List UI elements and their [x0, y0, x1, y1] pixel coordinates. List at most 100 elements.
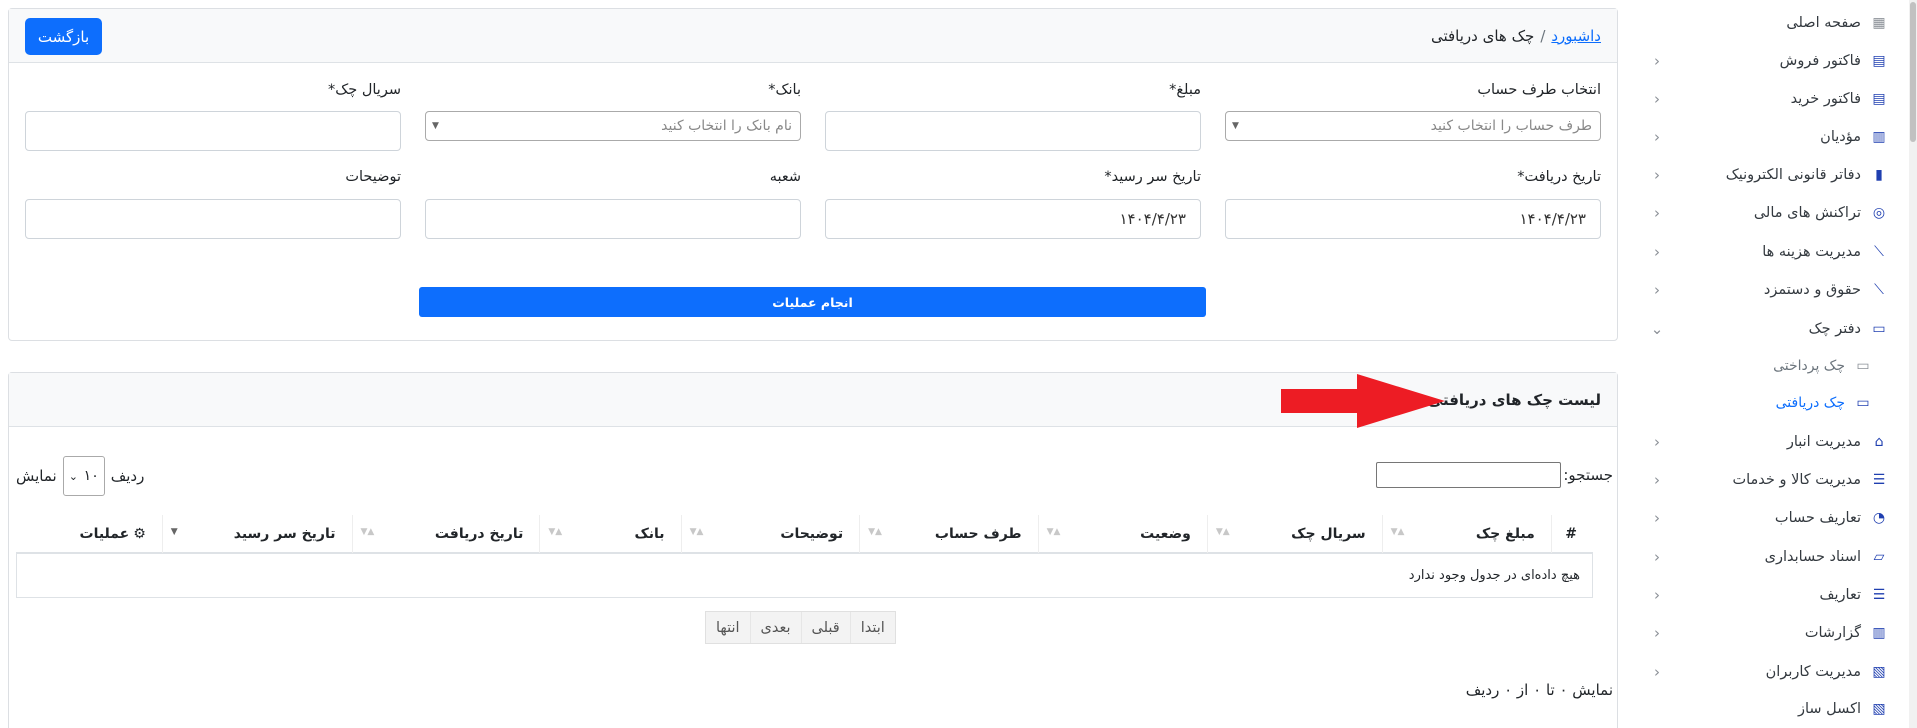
sidebar-item-1[interactable]: ▤ فاکتور فروش ‹ [1641, 46, 1889, 76]
table-header: # مبلغ چک ▲▼ سریال چک ▲▼ وضعیت ▲▼ طرف حساب ▲… [16, 515, 1593, 553]
scrollbar-thumb[interactable] [1910, 2, 1916, 142]
sort-icon: ▲▼ [1046, 527, 1061, 537]
pager-first[interactable]: ابتدا [849, 612, 895, 643]
chevron-left-icon[interactable]: ‹ [1649, 282, 1665, 298]
sidebar-item-14[interactable]: ▱ اسناد حسابداری ‹ [1641, 542, 1889, 572]
chevron-left-icon[interactable]: ‹ [1649, 587, 1665, 603]
chevron-left-icon[interactable]: ‹ [1649, 625, 1665, 641]
line-chart-icon: ⟋ [1874, 244, 1884, 260]
bank-select[interactable]: نام بانک را انتخاب کنید ▼ [425, 111, 801, 141]
table-info: نمایش ۰ تا ۰ از ۰ ردیف [1465, 681, 1613, 699]
amount-input[interactable] [825, 111, 1201, 151]
chevron-left-icon[interactable]: ‹ [1649, 434, 1665, 450]
sidebar-item-5[interactable]: ◎ تراکنش های مالی ‹ [1641, 198, 1889, 228]
sidebar-item-label: صفحه اصلی [1786, 15, 1861, 31]
sidebar-item-3[interactable]: ▥ مؤدیان ‹ [1641, 122, 1889, 152]
col-header-due-date[interactable]: تاریخ سر رسید ▼ [161, 515, 352, 553]
due-date-input[interactable]: ۱۴۰۴/۴/۲۳ [825, 199, 1201, 239]
receive-date-input[interactable]: ۱۴۰۴/۴/۲۳ [1225, 199, 1601, 239]
submit-button[interactable]: انجام عملیات [419, 287, 1206, 317]
sidebar-item-11[interactable]: ⌂ مدیریت انبار ‹ [1641, 427, 1889, 457]
breadcrumb-current: چک های دریافتی [1430, 27, 1535, 45]
notes-input[interactable] [25, 199, 401, 239]
chevron-left-icon[interactable]: ‹ [1649, 167, 1665, 183]
sidebar-item-label: مدیریت هزینه ها [1762, 244, 1861, 260]
col-header-serial[interactable]: سریال چک ▲▼ [1206, 515, 1382, 553]
account-select[interactable]: طرف حساب را انتخاب کنید ▼ [1225, 111, 1601, 141]
col-header-account[interactable]: طرف حساب ▲▼ [859, 515, 1038, 553]
chart-icon: ▥ [1872, 129, 1886, 145]
account-select-placeholder: طرف حساب را انتخاب کنید [1430, 118, 1592, 134]
sort-icon: ▲▼ [1390, 527, 1405, 537]
serial-input[interactable] [25, 111, 401, 151]
sidebar-item-2[interactable]: ▤ فاکتور خرید ‹ [1641, 84, 1889, 114]
excel-icon: ▧ [1872, 701, 1886, 717]
sidebar-item-16[interactable]: ▥ گزارشات ‹ [1641, 618, 1889, 648]
chevron-left-icon[interactable]: ‹ [1649, 244, 1665, 260]
chevron-left-icon[interactable]: ‹ [1649, 510, 1665, 526]
chevron-left-icon[interactable]: ‹ [1649, 205, 1665, 221]
col-header-status[interactable]: وضعیت ▲▼ [1037, 515, 1207, 553]
sidebar-item-8[interactable]: ▭ دفتر چک ⌄ [1641, 314, 1889, 344]
sidebar-item-18[interactable]: ▧ اکسل ساز [1641, 694, 1889, 724]
chevron-left-icon[interactable]: ‹ [1649, 664, 1665, 680]
form-card-header: داشبورد / چک های دریافتی بازگشت [9, 9, 1617, 63]
sidebar-item-label: مدیریت انبار [1786, 434, 1861, 450]
sidebar-item-label: گزارشات [1804, 625, 1861, 641]
list-icon: ☰ [1872, 587, 1886, 603]
back-button[interactable]: بازگشت [25, 18, 102, 55]
sidebar-item-label: فاکتور فروش [1779, 53, 1861, 69]
col-header-notes[interactable]: توضیحات ▲▼ [680, 515, 860, 553]
sidebar-item-label: مؤدیان [1820, 129, 1861, 145]
notes-label: توضیحات [345, 169, 401, 185]
pager-previous[interactable]: قبلی [800, 612, 850, 643]
page-length-select[interactable]: ⌄ ۱۰ [62, 456, 105, 496]
chevron-left-icon[interactable]: ‹ [1649, 53, 1665, 69]
sidebar-item-4[interactable]: ▮ دفاتر قانونی الکترونیک ‹ [1641, 160, 1889, 190]
sidebar-scrollbar[interactable] [1909, 0, 1917, 728]
chevron-left-icon[interactable]: ‹ [1649, 129, 1665, 145]
col-header-amount[interactable]: مبلغ چک ▲▼ [1381, 515, 1551, 553]
chevron-left-icon[interactable]: ‹ [1649, 472, 1665, 488]
sidebar-item-13[interactable]: ◔ تعاریف حساب ‹ [1641, 503, 1889, 533]
col-header-label: طرف حساب [934, 526, 1022, 542]
search-input[interactable] [1376, 462, 1562, 488]
sidebar-item-15[interactable]: ☰ تعاریف ‹ [1641, 580, 1889, 610]
branch-input[interactable] [425, 199, 801, 239]
sidebar-item-label: تعاریف [1819, 587, 1862, 603]
sidebar-item-0[interactable]: ▦ صفحه اصلی [1641, 8, 1889, 38]
page-length-value: ۱۰ [83, 468, 99, 484]
col-header-index[interactable]: # [1550, 515, 1593, 553]
pager-next[interactable]: بعدی [749, 612, 801, 643]
excel-icon: ▧ [1872, 664, 1886, 680]
sidebar-item-label: حقوق و دستمزد [1763, 282, 1861, 298]
pagination: ابتدا قبلی بعدی انتها [705, 611, 896, 644]
sidebar-item-7[interactable]: ⟋ حقوق و دستمزد ‹ [1641, 275, 1889, 305]
sort-icon: ▲▼ [360, 527, 375, 537]
sidebar-item-12[interactable]: ☰ مدیریت کالا و خدمات ‹ [1641, 465, 1889, 495]
dropdown-arrow-icon: ▼ [1232, 121, 1239, 131]
breadcrumb-dashboard-link[interactable]: داشبورد [1551, 27, 1601, 45]
sidebar-item-label: چک دریافتی [1775, 395, 1845, 411]
sidebar-item-17[interactable]: ▧ مدیریت کاربران ‹ [1641, 657, 1889, 687]
chevron-left-icon[interactable]: ‹ [1649, 91, 1665, 107]
coins-icon: ◎ [1872, 205, 1886, 221]
length-show-label: نمایش [16, 467, 57, 485]
pager-last[interactable]: انتها [706, 612, 750, 643]
sidebar-item-6[interactable]: ⟋ مدیریت هزینه ها ‹ [1641, 237, 1889, 267]
col-header-actions: ⚙ عملیات [16, 515, 162, 553]
invoice-icon: ▤ [1872, 53, 1886, 69]
col-header-receive-date[interactable]: تاریخ دریافت ▲▼ [351, 515, 540, 553]
list-title: لیست چک های دریافتی [1427, 391, 1601, 409]
chevron-down-icon[interactable]: ⌄ [1649, 321, 1665, 337]
sidebar-item-label: تراکنش های مالی [1753, 205, 1861, 221]
col-header-bank[interactable]: بانک ▲▼ [539, 515, 680, 553]
col-header-label: توضیحات [780, 526, 844, 542]
sidebar-item-9[interactable]: ▭ چک پرداختی [1641, 351, 1873, 381]
sidebar-item-10[interactable]: ▭ چک دریافتی [1641, 388, 1873, 418]
chevron-left-icon[interactable]: ‹ [1649, 549, 1665, 565]
length-rows-label: ردیف [110, 467, 145, 485]
col-header-label: تاریخ دریافت [434, 526, 524, 542]
col-header-label: بانک [634, 526, 665, 542]
due-date-label: تاریخ سر رسید* [1104, 169, 1201, 185]
